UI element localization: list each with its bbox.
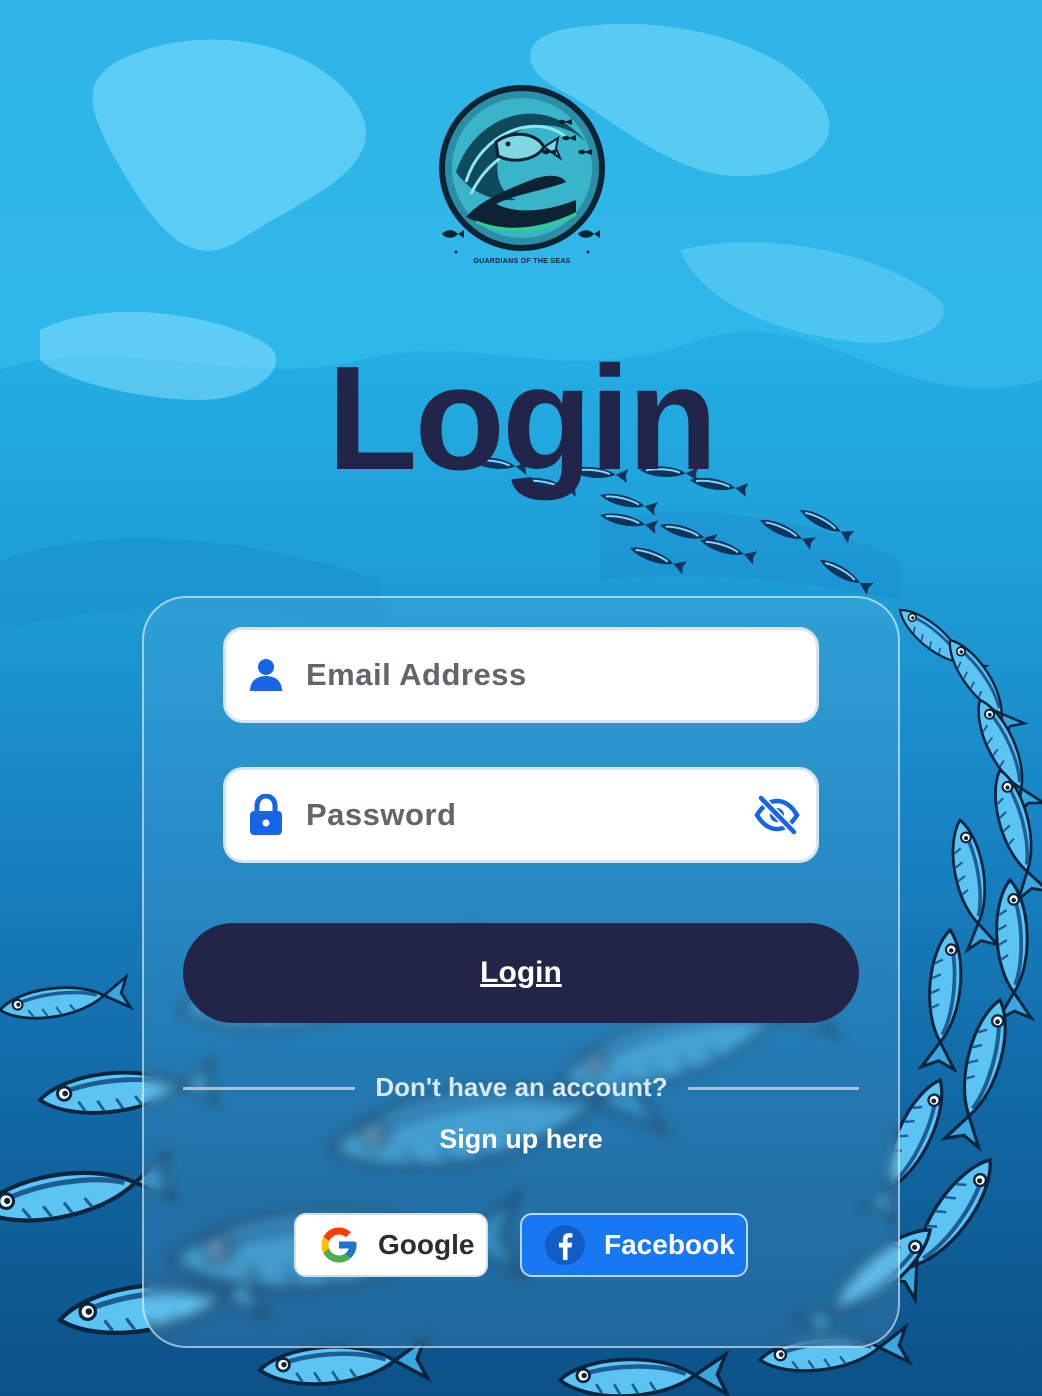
email-input[interactable]	[304, 656, 728, 694]
facebook-icon	[545, 1225, 585, 1265]
page-title: Login	[327, 336, 718, 501]
eye-slash-icon[interactable]	[754, 794, 800, 836]
user-icon	[246, 655, 286, 695]
password-field[interactable]	[223, 767, 819, 863]
divider-left	[183, 1087, 355, 1090]
no-account-prompt: Don't have an account?	[375, 1072, 668, 1102]
guardians-logo	[439, 85, 605, 254]
facebook-label: Facebook	[604, 1229, 735, 1260]
google-label: Google	[378, 1229, 475, 1260]
facebook-button[interactable]: Facebook	[520, 1213, 748, 1277]
lock-icon	[246, 794, 286, 835]
login-screen: GUARDIANS OF THE SEAS Login Email Addres…	[0, 0, 1042, 1396]
email-field[interactable]	[223, 627, 819, 723]
password-input[interactable]	[304, 796, 728, 834]
signup-link[interactable]: Sign up here	[360, 1124, 682, 1155]
google-button[interactable]: Google	[294, 1213, 488, 1277]
login-button[interactable]: Login	[183, 923, 859, 1023]
logo-caption: GUARDIANS OF THE SEAS	[473, 258, 571, 265]
divider-right	[688, 1087, 859, 1090]
google-icon	[321, 1227, 357, 1263]
